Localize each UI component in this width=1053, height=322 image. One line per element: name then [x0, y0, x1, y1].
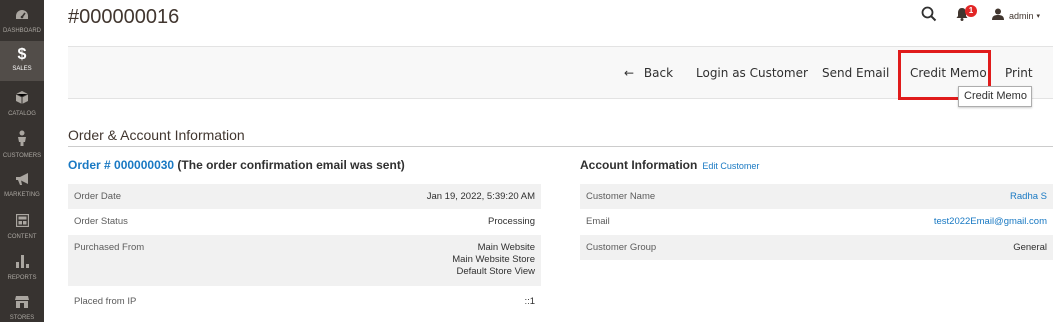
back-button[interactable]: ← Back [624, 66, 673, 80]
sidebar-item-catalog[interactable]: CATALOG [0, 82, 44, 122]
customer-email-link[interactable]: test2022Email@gmail.com [934, 216, 1047, 228]
table-row: Placed from IP ::1 [68, 286, 541, 314]
admin-user-menu[interactable]: admin ▾ [992, 7, 1040, 25]
section-divider [68, 146, 1053, 147]
user-name: admin [1009, 11, 1034, 21]
row-value: Main Website Main Website Store Default … [452, 242, 535, 278]
sidebar-item-label: STORES [9, 315, 35, 321]
table-row: Order Date Jan 19, 2022, 5:39:20 AM [68, 184, 541, 209]
table-row: Purchased From Main Website Main Website… [68, 235, 541, 286]
value-line: Main Website Store [452, 254, 535, 265]
table-row: Customer Name Radha S [580, 184, 1053, 209]
page-title: #000000016 [68, 6, 180, 28]
section-title: Order & Account Information [68, 127, 245, 143]
cube-icon [15, 91, 29, 108]
back-label: Back [643, 66, 674, 80]
row-value: Jan 19, 2022, 5:39:20 AM [426, 191, 535, 202]
credit-memo-tooltip: Credit Memo [958, 86, 1032, 107]
value-line: Main Website [477, 242, 535, 253]
store-icon [15, 296, 29, 312]
bar-chart-icon [15, 254, 29, 272]
row-label: Order Status [74, 216, 128, 227]
row-value: ::1 [524, 296, 535, 307]
sidebar-item-content[interactable]: CONTENT [0, 205, 44, 245]
layout-icon [15, 213, 29, 231]
sidebar-item-marketing[interactable]: MARKETING [0, 164, 44, 204]
row-label: Purchased From [74, 242, 145, 253]
sidebar-item-reports[interactable]: REPORTS [0, 246, 44, 286]
account-info-table: Customer Name Radha S Email test2022Emai… [580, 184, 1053, 260]
sidebar-item-label: CUSTOMERS [2, 153, 42, 159]
sidebar-item-label: SALES [12, 66, 32, 72]
account-title: Account Information [580, 158, 698, 172]
row-value: General [1013, 242, 1047, 253]
print-button[interactable]: Print [1005, 66, 1033, 80]
table-row: Email test2022Email@gmail.com [580, 209, 1053, 235]
chevron-down-icon: ▾ [1036, 13, 1041, 20]
row-label: Order Date [74, 191, 121, 202]
person-icon [17, 130, 27, 150]
sidebar-item-label: DASHBOARD [2, 28, 41, 34]
sidebar-item-stores[interactable]: STORES [0, 287, 44, 322]
row-label: Customer Group [586, 242, 657, 253]
sidebar-item-label: REPORTS [7, 275, 37, 281]
row-value: Processing [488, 216, 535, 227]
send-email-button[interactable]: Send Email [822, 66, 889, 80]
notification-count-badge: 1 [965, 5, 977, 17]
megaphone-icon [15, 173, 30, 189]
customer-name-link[interactable]: Radha S [1010, 191, 1047, 203]
user-icon [992, 7, 1004, 25]
admin-sidebar: DASHBOARD $ SALES CATALOG CUSTOMERS MARK… [0, 0, 44, 322]
account-heading: Account Information Edit Customer [580, 158, 759, 172]
row-label: Email [586, 216, 610, 227]
sidebar-item-dashboard[interactable]: DASHBOARD [0, 0, 44, 40]
table-row: Order Status Processing [68, 209, 541, 235]
sidebar-item-sales[interactable]: $ SALES [0, 41, 44, 81]
order-info-table: Order Date Jan 19, 2022, 5:39:20 AM Orde… [68, 184, 541, 314]
order-heading: Order # 000000030 (The order confirmatio… [68, 158, 405, 172]
sidebar-item-label: CONTENT [7, 234, 37, 240]
row-label: Placed from IP [74, 296, 137, 307]
value-line: Default Store View [456, 266, 535, 277]
sidebar-item-label: CATALOG [8, 111, 36, 117]
table-row: Customer Group General [580, 235, 1053, 260]
search-icon[interactable] [921, 6, 937, 22]
order-email-note: (The order confirmation email was sent) [174, 158, 405, 172]
order-link[interactable]: Order # 000000030 [68, 158, 174, 172]
edit-customer-link[interactable]: Edit Customer [702, 161, 759, 171]
sidebar-item-label: MARKETING [4, 192, 40, 198]
arrow-left-icon: ← [624, 66, 635, 80]
sidebar-item-customers[interactable]: CUSTOMERS [0, 123, 44, 163]
row-label: Customer Name [586, 191, 656, 202]
dollar-icon: $ [17, 46, 27, 63]
login-as-customer-button[interactable]: Login as Customer [696, 66, 808, 80]
dashboard-icon [15, 9, 29, 25]
